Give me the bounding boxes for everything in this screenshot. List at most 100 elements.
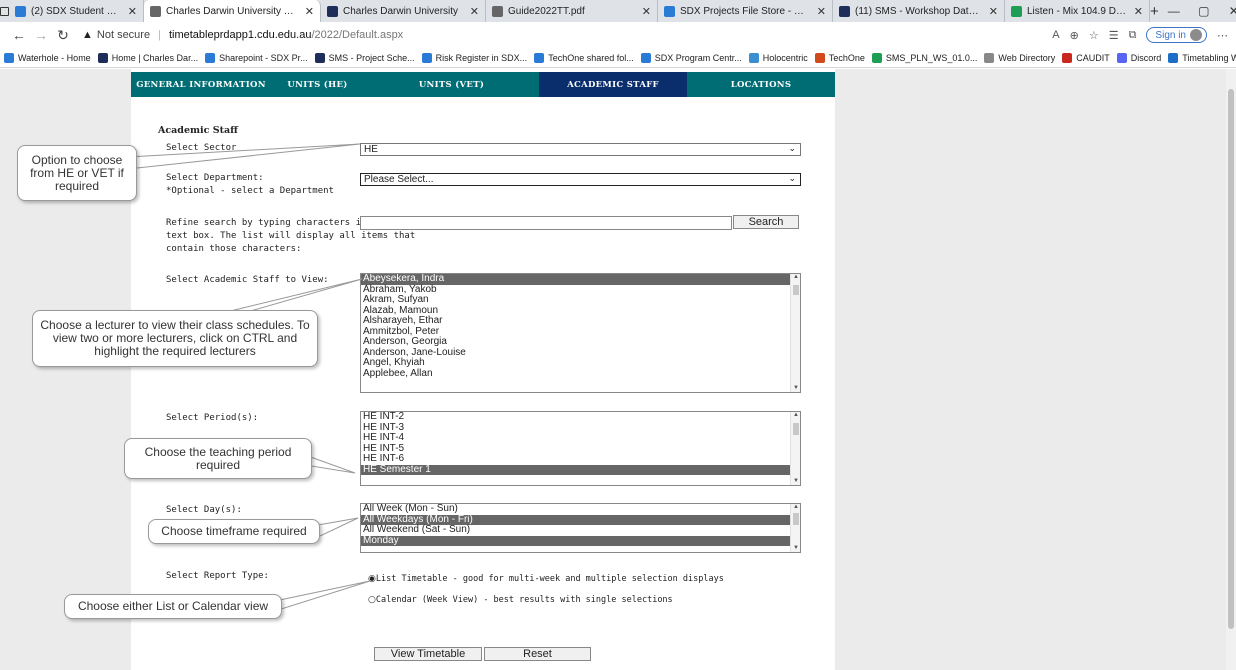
- day-option[interactable]: Monday: [361, 535, 800, 546]
- collections-icon[interactable]: ⧉: [1129, 29, 1137, 42]
- period-option[interactable]: HE Semester 1: [361, 464, 800, 475]
- scroll-up-icon[interactable]: ▲: [793, 412, 799, 418]
- staff-option[interactable]: Anderson, Jane-Louise: [361, 347, 800, 359]
- radio-selected-icon: ◉: [368, 574, 376, 584]
- bookmark-item[interactable]: Waterhole - Home: [4, 52, 91, 63]
- search-input[interactable]: [360, 216, 732, 230]
- bookmark-item[interactable]: TechOne shared fol...: [534, 52, 634, 63]
- callout-view: Choose either List or Calendar view: [64, 594, 282, 619]
- nav-item-general-information[interactable]: GENERAL INFORMATION: [131, 72, 271, 97]
- day-option[interactable]: All Weekend (Sat - Sun): [361, 524, 800, 536]
- tab-close-icon[interactable]: ✕: [642, 5, 651, 18]
- bookmark-label: SMS_PLN_WS_01.0...: [885, 52, 978, 63]
- listbox-scrollbar[interactable]: ▲ ▼: [790, 504, 800, 552]
- department-select[interactable]: Please Select... ⌄: [360, 173, 801, 186]
- staff-option[interactable]: Abeysekera, Indra: [361, 274, 800, 285]
- period-option[interactable]: HE INT-5: [361, 443, 800, 455]
- bookmark-item[interactable]: SDX Program Centr...: [640, 52, 742, 63]
- bookmark-item[interactable]: Web Directory: [984, 52, 1055, 63]
- tab-close-icon[interactable]: ✕: [470, 5, 479, 18]
- bookmark-label: TechOne shared fol...: [548, 52, 634, 63]
- tab-close-icon[interactable]: ✕: [1134, 5, 1143, 18]
- bookmark-item[interactable]: TechOne: [814, 52, 865, 63]
- more-menu-icon[interactable]: ⋯: [1217, 29, 1228, 42]
- scroll-down-icon[interactable]: ▼: [793, 545, 799, 551]
- close-window-button[interactable]: ✕: [1219, 4, 1236, 18]
- scroll-down-icon[interactable]: ▼: [793, 385, 799, 391]
- browser-tab[interactable]: Guide2022TT.pdf ✕: [486, 0, 658, 22]
- radio-calendar-week[interactable]: ○Calendar (Week View) - best results wit…: [368, 595, 673, 605]
- listbox-scrollbar[interactable]: ▲ ▼: [790, 274, 800, 392]
- browser-tab[interactable]: Charles Darwin University ✕: [321, 0, 486, 22]
- nav-item-units-vet[interactable]: UNITS (VET): [364, 72, 539, 97]
- period-listbox[interactable]: HE INT-2 HE INT-3 HE INT-4 HE INT-5 HE INT-6…: [360, 411, 801, 486]
- staff-option[interactable]: Akram, Sufyan: [361, 294, 800, 306]
- sector-select[interactable]: HE ⌄: [360, 143, 801, 156]
- bookmark-item[interactable]: SMS_PLN_WS_01.0...: [871, 52, 978, 63]
- back-button[interactable]: ←: [8, 27, 30, 43]
- scroll-up-icon[interactable]: ▲: [793, 274, 799, 280]
- scrollbar-thumb[interactable]: [793, 513, 799, 525]
- tab-close-icon[interactable]: ✕: [989, 5, 998, 18]
- bookmark-label: SDX Program Centr...: [654, 52, 742, 63]
- day-option[interactable]: All Week (Mon - Sun): [361, 504, 800, 515]
- browser-tab[interactable]: (11) SMS - Workshop Data Capt ✕: [833, 0, 1005, 22]
- tab-close-icon[interactable]: ✕: [817, 5, 826, 18]
- url-field[interactable]: ▲ Not secure | timetableprdapp1.cdu.edu.…: [82, 25, 802, 45]
- browser-tab[interactable]: Listen - Mix 104.9 Darwin ✕: [1005, 0, 1150, 22]
- radio-list-timetable[interactable]: ◉List Timetable - good for multi-week an…: [368, 574, 724, 584]
- department-label: Select Department:: [166, 173, 264, 183]
- scrollbar-thumb[interactable]: [793, 423, 799, 435]
- tab-close-icon[interactable]: ✕: [305, 5, 314, 18]
- view-timetable-button[interactable]: View Timetable: [374, 647, 482, 661]
- zoom-icon[interactable]: ⊕: [1070, 29, 1079, 42]
- day-listbox[interactable]: All Week (Mon - Sun) All Weekdays (Mon - …: [360, 503, 801, 553]
- browser-tab[interactable]: Charles Darwin University Timet ✕: [144, 0, 321, 22]
- refresh-button[interactable]: ↻: [52, 27, 74, 44]
- bookmark-item[interactable]: Timetabling Work I...: [1168, 52, 1236, 63]
- nav-item-locations[interactable]: LOCATIONS: [687, 72, 835, 97]
- nav-item-units-he[interactable]: UNITS (HE): [271, 72, 364, 97]
- new-tab-button[interactable]: +: [1150, 3, 1159, 20]
- staff-option[interactable]: Angel, Khyiah: [361, 357, 800, 369]
- restore-button[interactable]: ▢: [1189, 4, 1219, 18]
- bookmark-label: CAUDIT: [1076, 52, 1110, 63]
- bookmark-item[interactable]: SMS - Project Sche...: [314, 52, 415, 63]
- sector-select-value: HE: [364, 144, 378, 155]
- period-option[interactable]: HE INT-2: [361, 412, 800, 423]
- scroll-down-icon[interactable]: ▼: [793, 478, 799, 484]
- sign-in-button[interactable]: Sign in: [1146, 27, 1207, 43]
- browser-tab[interactable]: SDX Projects File Store - CDD Te ✕: [658, 0, 833, 22]
- favorites-icon[interactable]: ☰: [1109, 29, 1119, 42]
- search-button[interactable]: Search: [733, 215, 799, 229]
- bookmark-item[interactable]: Sharepoint - SDX Pr...: [205, 52, 308, 63]
- bookmark-item[interactable]: CAUDIT: [1062, 52, 1110, 63]
- tab-actions-button[interactable]: [0, 0, 9, 22]
- staff-option[interactable]: Alsharayeh, Ethar: [361, 315, 800, 327]
- bookmark-list: Waterhole - Home Home | Charles Dar... Sha…: [4, 52, 1236, 63]
- bookmark-item[interactable]: Discord: [1116, 52, 1161, 63]
- bookmark-item[interactable]: Risk Register in SDX...: [421, 52, 527, 63]
- period-option[interactable]: HE INT-4: [361, 432, 800, 444]
- forward-button[interactable]: →: [30, 27, 52, 43]
- page-scrollbar-thumb[interactable]: [1228, 89, 1234, 629]
- listbox-scrollbar[interactable]: ▲ ▼: [790, 412, 800, 485]
- bookmark-favicon-icon: [1116, 52, 1127, 63]
- page-scrollbar[interactable]: [1226, 69, 1236, 670]
- scroll-up-icon[interactable]: ▲: [793, 504, 799, 510]
- reset-button[interactable]: Reset: [484, 647, 591, 661]
- staff-listbox[interactable]: Abeysekera, Indra Abraham, Yakob Akram, Su…: [360, 273, 801, 393]
- bookmark-item[interactable]: Home | Charles Dar...: [97, 52, 198, 63]
- staff-option[interactable]: Anderson, Georgia: [361, 336, 800, 348]
- bookmark-item[interactable]: Holocentric: [748, 52, 808, 63]
- favorite-star-icon[interactable]: ☆: [1089, 29, 1099, 42]
- staff-option[interactable]: Applebee, Allan: [361, 368, 800, 380]
- read-aloud-icon[interactable]: A: [1052, 29, 1059, 41]
- nav-item-academic-staff[interactable]: ACADEMIC STAFF: [539, 72, 687, 97]
- period-option[interactable]: HE INT-3: [361, 422, 800, 434]
- tab-close-icon[interactable]: ✕: [128, 5, 137, 18]
- scrollbar-thumb[interactable]: [793, 285, 799, 295]
- period-option[interactable]: HE INT-6: [361, 453, 800, 465]
- browser-tab[interactable]: (2) SDX Student Management Sy ✕: [9, 0, 144, 22]
- minimize-button[interactable]: —: [1159, 4, 1189, 18]
